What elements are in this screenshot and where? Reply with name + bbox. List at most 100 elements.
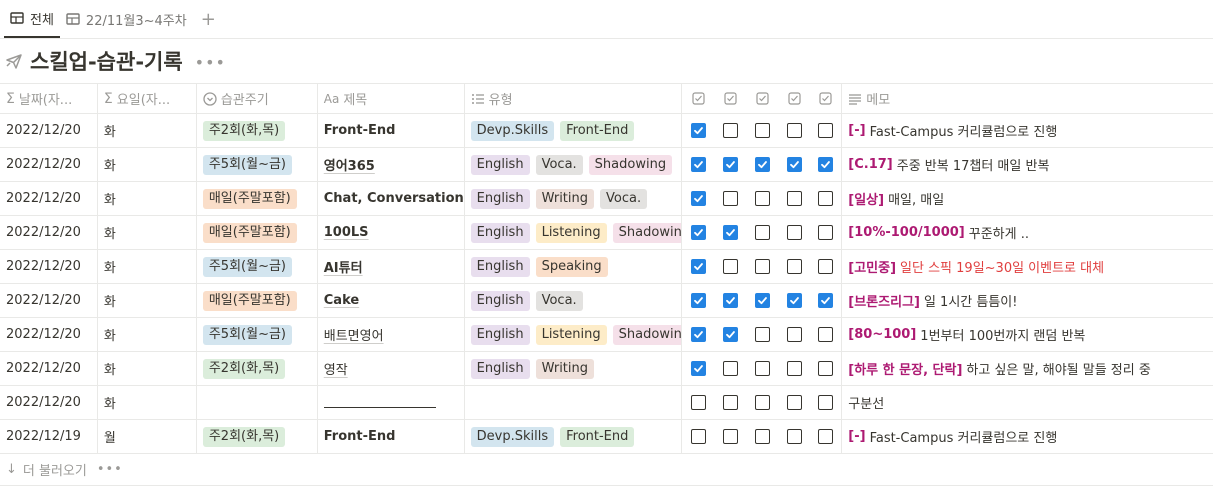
cell-cycle[interactable]: 주2회(화,목)	[197, 352, 318, 385]
checkbox[interactable]	[786, 225, 802, 240]
cell-memo[interactable]: [하루 한 문장, 단락] 하고 싶은 말, 해야될 말들 정리 중	[842, 352, 1213, 385]
checkbox[interactable]	[818, 123, 834, 138]
checkbox[interactable]	[690, 157, 706, 172]
checkbox[interactable]	[818, 157, 834, 172]
cell-type[interactable]: EnglishListeningShadowing	[465, 216, 683, 249]
checkbox[interactable]	[754, 395, 770, 410]
cell-date[interactable]: 2022/12/20	[0, 114, 98, 147]
table-row[interactable]: 2022/12/20 화 주5회(월~금) AI튜터 English Speaking [고…	[0, 250, 1213, 284]
checkbox[interactable]	[754, 123, 770, 138]
cell-date[interactable]: 2022/12/20	[0, 148, 98, 181]
checkbox[interactable]	[754, 259, 770, 274]
table-row[interactable]: 2022/12/20 화 구분선	[0, 386, 1213, 420]
row-title[interactable]: Front-End	[324, 123, 396, 138]
checkbox[interactable]	[786, 361, 802, 376]
cell-cycle[interactable]: 매일(주말포함)	[197, 216, 318, 249]
cell-date[interactable]: 2022/12/20	[0, 182, 98, 215]
row-title[interactable]: 100LS	[324, 225, 369, 240]
cell-type[interactable]: EnglishListeningShadowing	[465, 318, 683, 351]
more-icon[interactable]: •••	[195, 53, 226, 72]
checkbox[interactable]	[786, 293, 802, 308]
checkbox[interactable]	[754, 191, 770, 206]
checkbox[interactable]	[786, 123, 802, 138]
checkbox[interactable]	[786, 395, 802, 410]
load-more-button[interactable]: ↓ 더 불러오기 •••	[0, 454, 1213, 486]
header-weekday[interactable]: Σ 요일(자...	[98, 84, 197, 113]
checkbox[interactable]	[818, 293, 834, 308]
cell-memo[interactable]: [-] Fast-Campus 커리큘럼으로 진행	[842, 114, 1213, 147]
cell-cycle[interactable]: 주2회(화,목)	[197, 420, 318, 453]
checkbox[interactable]	[690, 429, 706, 444]
cell-cycle[interactable]: 매일(주말포함)	[197, 182, 318, 215]
checkbox[interactable]	[722, 191, 738, 206]
checkbox[interactable]	[786, 157, 802, 172]
checkbox[interactable]	[786, 191, 802, 206]
row-title[interactable]: Chat, Conversation	[324, 191, 464, 206]
cell-name[interactable]: 영작	[318, 352, 465, 385]
table-row[interactable]: 2022/12/20 화 매일(주말포함) Chat, Conversation Eng…	[0, 182, 1213, 216]
header-name[interactable]: Aa 제목	[318, 84, 465, 113]
row-title[interactable]: Cake	[324, 293, 359, 308]
checkbox[interactable]	[690, 395, 706, 410]
page-title[interactable]: 스킬업-습관-기록	[30, 46, 183, 76]
cell-type[interactable]: English Writing Voca.	[465, 182, 683, 215]
cell-date[interactable]: 2022/12/20	[0, 284, 98, 317]
cell-memo[interactable]: [80~100] 1번부터 100번까지 랜덤 반복	[842, 318, 1213, 351]
header-check-5[interactable]	[810, 84, 843, 113]
checkbox[interactable]	[722, 327, 738, 342]
cell-weekday[interactable]: 월	[98, 420, 197, 453]
table-row[interactable]: 2022/12/20 화 주5회(월~금) 배트면영어 English Listening…	[0, 318, 1213, 352]
table-row[interactable]: 2022/12/20 화 주2회(화,목) Front-End Devp.Skills F…	[0, 114, 1213, 148]
checkbox[interactable]	[786, 429, 802, 444]
checkbox[interactable]	[690, 293, 706, 308]
checkbox[interactable]	[690, 225, 706, 240]
cell-name[interactable]: Chat, Conversation	[318, 182, 465, 215]
cell-memo[interactable]: [브론즈리그] 일 1시간 틈틈이!	[842, 284, 1213, 317]
cell-name[interactable]	[318, 386, 465, 419]
header-cycle[interactable]: 습관주기	[197, 84, 318, 113]
table-row[interactable]: 2022/12/20 화 매일(주말포함) Cake English Voca. [브론즈리…	[0, 284, 1213, 318]
checkbox[interactable]	[722, 157, 738, 172]
cell-cycle[interactable]: 매일(주말포함)	[197, 284, 318, 317]
cell-type[interactable]: English Writing	[465, 352, 683, 385]
checkbox[interactable]	[754, 225, 770, 240]
checkbox[interactable]	[786, 327, 802, 342]
cell-type[interactable]: Devp.Skills Front-End	[465, 420, 683, 453]
checkbox[interactable]	[818, 259, 834, 274]
cell-name[interactable]: 100LS	[318, 216, 465, 249]
add-view-button[interactable]: +	[193, 0, 224, 38]
checkbox[interactable]	[818, 429, 834, 444]
table-row[interactable]: 2022/12/20 화 매일(주말포함) 100LS English Listening…	[0, 216, 1213, 250]
cell-weekday[interactable]: 화	[98, 216, 197, 249]
checkbox[interactable]	[818, 395, 834, 410]
checkbox[interactable]	[722, 429, 738, 444]
cell-memo[interactable]: 구분선	[842, 386, 1213, 419]
checkbox[interactable]	[786, 259, 802, 274]
row-title[interactable]: 배트면영어	[324, 325, 384, 344]
cell-memo[interactable]: [C.17] 주중 반복 17챕터 매일 반복	[842, 148, 1213, 181]
header-check-3[interactable]	[746, 84, 778, 113]
cell-weekday[interactable]: 화	[98, 318, 197, 351]
row-title[interactable]: AI튜터	[324, 257, 363, 276]
cell-weekday[interactable]: 화	[98, 352, 197, 385]
checkbox[interactable]	[690, 123, 706, 138]
cell-date[interactable]: 2022/12/20	[0, 318, 98, 351]
cell-type[interactable]	[465, 386, 683, 419]
cell-name[interactable]: 배트면영어	[318, 318, 465, 351]
cell-name[interactable]: 영어365	[318, 148, 465, 181]
checkbox[interactable]	[818, 361, 834, 376]
checkbox[interactable]	[818, 327, 834, 342]
cell-memo[interactable]: [고민중] 일단 스픽 19일~30일 이벤트로 대체	[842, 250, 1213, 283]
cell-date[interactable]: 2022/12/20	[0, 352, 98, 385]
cell-date[interactable]: 2022/12/19	[0, 420, 98, 453]
checkbox[interactable]	[690, 259, 706, 274]
cell-name[interactable]: Front-End	[318, 114, 465, 147]
cell-type[interactable]: English Voca.	[465, 284, 683, 317]
checkbox[interactable]	[722, 225, 738, 240]
row-title[interactable]: 영작	[324, 359, 348, 378]
cell-type[interactable]: English Speaking	[465, 250, 683, 283]
cell-memo[interactable]: [-] Fast-Campus 커리큘럼으로 진행	[842, 420, 1213, 453]
cell-name[interactable]: Front-End	[318, 420, 465, 453]
cell-weekday[interactable]: 화	[98, 386, 197, 419]
cell-weekday[interactable]: 화	[98, 182, 197, 215]
